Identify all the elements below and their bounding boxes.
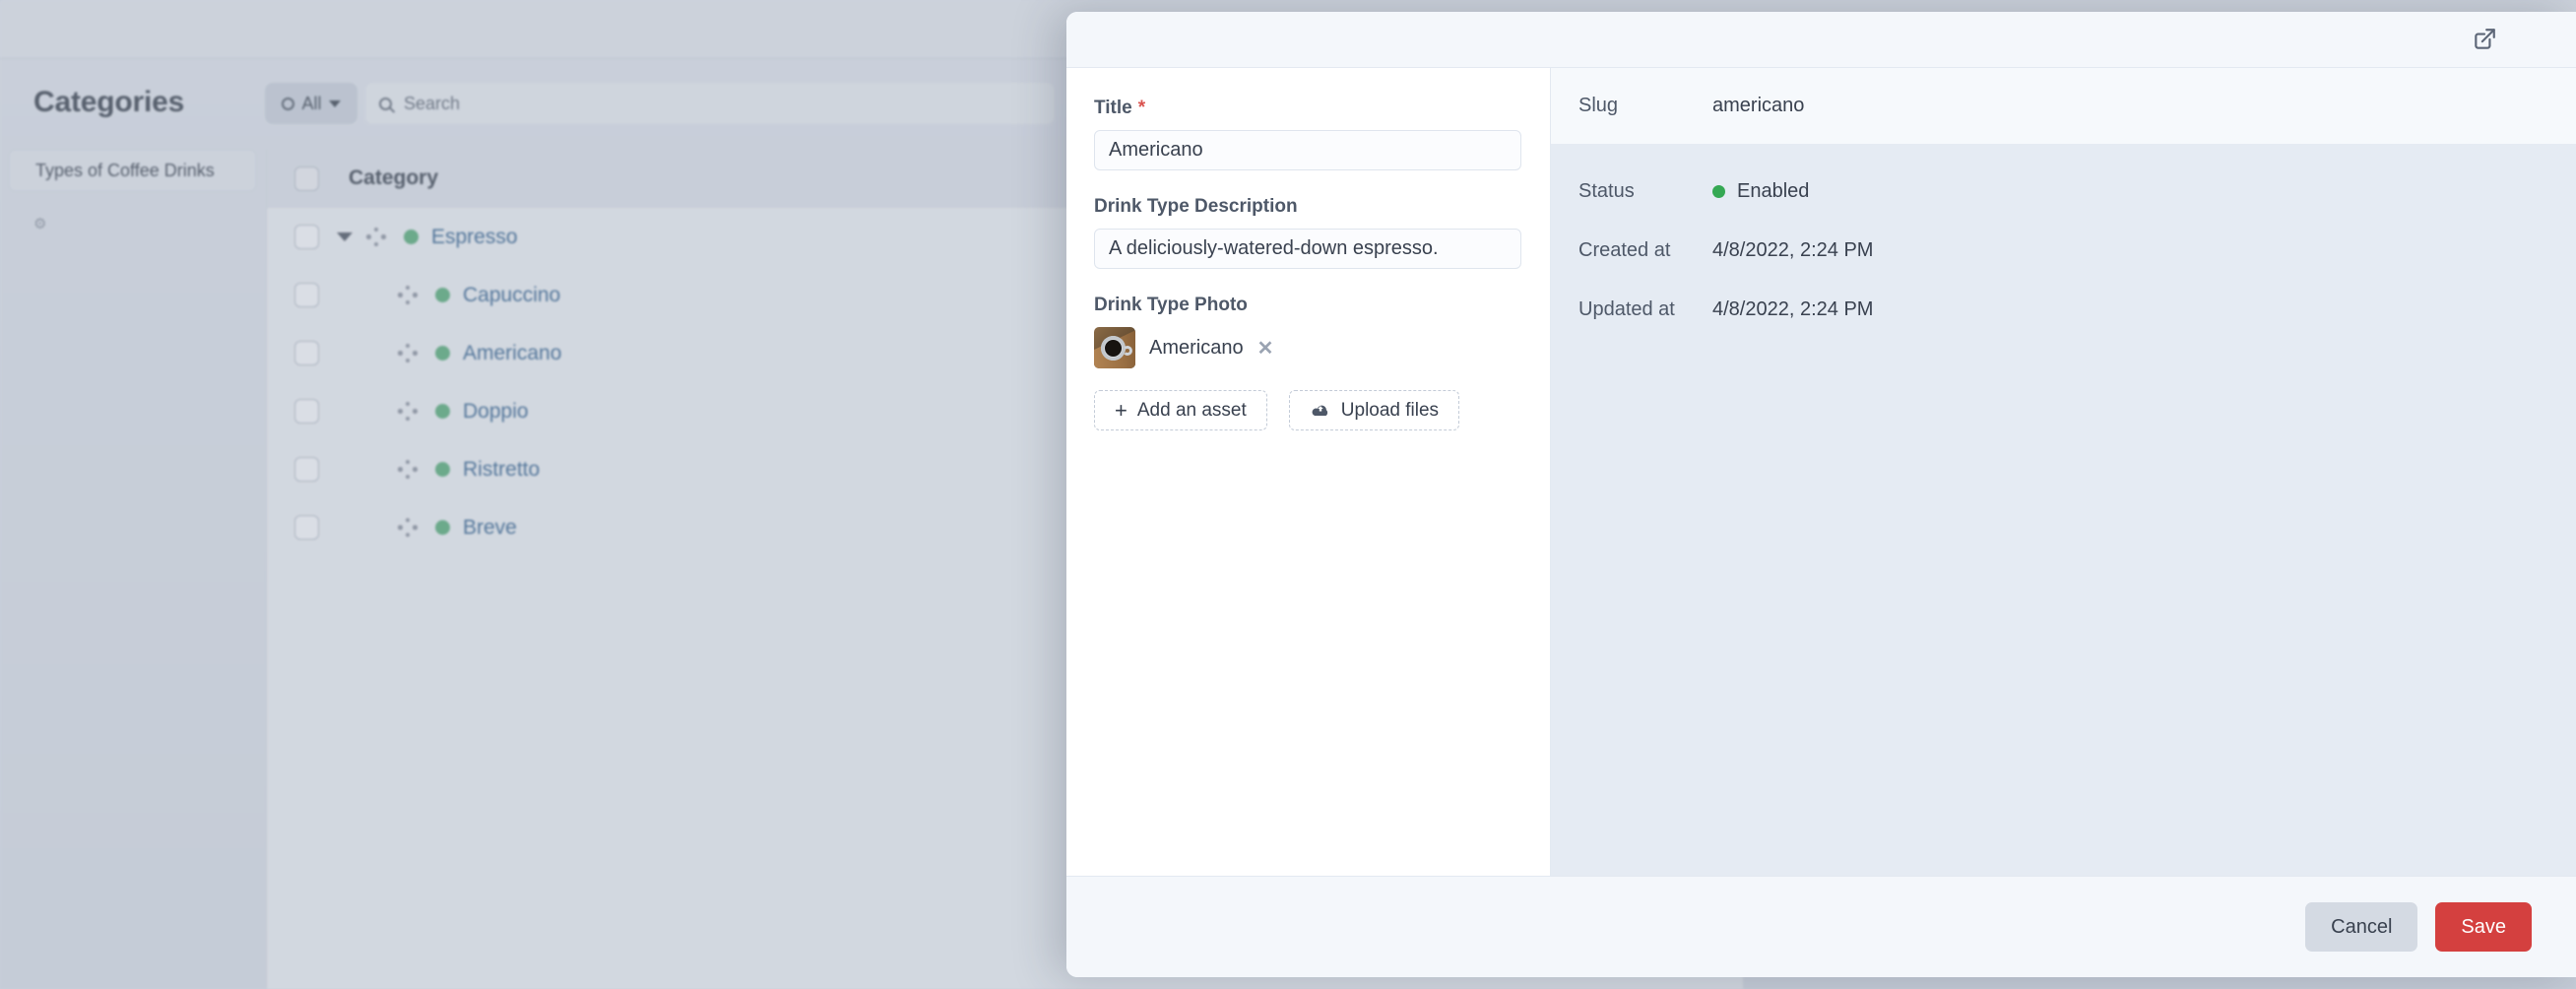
cloud-upload-icon xyxy=(1310,402,1331,419)
row-checkbox[interactable] xyxy=(294,341,319,365)
chevron-down-icon xyxy=(329,100,341,107)
sidebar-item-label: Types of Coffee Drinks xyxy=(35,161,215,181)
save-button[interactable]: Save xyxy=(2435,902,2532,952)
thumbnail-cup-handle xyxy=(1123,346,1132,356)
photo-field-label: Drink Type Photo xyxy=(1094,295,1520,316)
page-title: Categories xyxy=(33,86,184,119)
spacer xyxy=(1094,269,1520,295)
upload-files-label: Upload files xyxy=(1341,400,1439,422)
plus-icon: + xyxy=(1115,400,1127,422)
drag-handle-icon[interactable] xyxy=(398,460,418,480)
circle-icon xyxy=(282,98,294,110)
detail-row-updated-at: Updated at 4/8/2022, 2:24 PM xyxy=(1551,280,2576,339)
category-name[interactable]: Espresso xyxy=(431,226,518,249)
status-badge: Enabled xyxy=(1712,180,1809,203)
add-asset-label: Add an asset xyxy=(1137,400,1247,422)
row-checkbox[interactable] xyxy=(294,399,319,424)
drag-handle-icon[interactable] xyxy=(398,286,418,305)
asset-thumbnail[interactable] xyxy=(1094,327,1135,368)
entry-form: Title * Americano Drink Type Description… xyxy=(1066,68,1551,876)
category-name[interactable]: Doppio xyxy=(463,400,529,424)
modal-header xyxy=(1066,12,2576,68)
category-name[interactable]: Americano xyxy=(463,342,561,365)
drag-handle-icon[interactable] xyxy=(398,344,418,363)
detail-key: Status xyxy=(1578,180,1712,203)
title-input[interactable]: Americano xyxy=(1094,130,1521,170)
status-dot xyxy=(435,288,450,302)
search-icon xyxy=(379,98,392,110)
sidebar-item-types-of-coffee-drinks[interactable]: Types of Coffee Drinks xyxy=(8,149,257,192)
category-name[interactable]: Breve xyxy=(463,516,517,540)
detail-row-slug: Slug americano xyxy=(1551,68,2576,144)
drag-handle-icon[interactable] xyxy=(398,518,418,538)
modal-body: Title * Americano Drink Type Description… xyxy=(1066,68,2576,876)
upload-files-button[interactable]: Upload files xyxy=(1289,390,1459,430)
column-header-category: Category xyxy=(349,166,438,190)
asset-name[interactable]: Americano xyxy=(1149,337,1244,360)
filter-all-label: All xyxy=(301,94,321,114)
title-input-value: Americano xyxy=(1109,139,1203,162)
gear-icon[interactable]: ⚙ xyxy=(33,217,48,231)
select-all-checkbox[interactable] xyxy=(294,166,319,191)
status-dot xyxy=(435,462,450,477)
status-dot-icon xyxy=(1712,185,1725,198)
detail-key: Created at xyxy=(1578,239,1712,262)
category-name[interactable]: Ristretto xyxy=(463,458,540,482)
status-dot xyxy=(435,520,450,535)
description-input[interactable]: A deliciously-watered-down espresso. xyxy=(1094,229,1521,269)
detail-key: Slug xyxy=(1578,95,1712,117)
spacer xyxy=(1094,170,1520,196)
cancel-button[interactable]: Cancel xyxy=(2305,902,2417,952)
status-dot xyxy=(435,404,450,419)
close-icon[interactable]: ✕ xyxy=(1257,336,1274,361)
row-checkbox[interactable] xyxy=(294,457,319,482)
detail-rows: Status Enabled Created at 4/8/2022, 2:24… xyxy=(1551,144,2576,952)
description-input-value: A deliciously-watered-down espresso. xyxy=(1109,237,1439,260)
row-checkbox[interactable] xyxy=(294,283,319,307)
status-dot xyxy=(404,230,419,244)
detail-row-created-at: Created at 4/8/2022, 2:24 PM xyxy=(1551,221,2576,280)
title-field-label: Title * xyxy=(1094,98,1520,119)
thumbnail-coffee xyxy=(1105,340,1122,357)
filter-all-button[interactable]: All xyxy=(265,83,357,124)
screen: Categories All Search Types of Coffee Dr… xyxy=(0,0,2576,989)
required-marker: * xyxy=(1138,98,1145,119)
search-input[interactable]: Search xyxy=(365,83,1055,124)
edit-entry-modal: Title * Americano Drink Type Description… xyxy=(1066,12,2576,977)
drag-handle-icon[interactable] xyxy=(398,402,418,422)
add-asset-button[interactable]: + Add an asset xyxy=(1094,390,1267,430)
category-name[interactable]: Capuccino xyxy=(463,284,560,307)
drag-handle-icon[interactable] xyxy=(366,228,386,247)
chevron-down-icon[interactable] xyxy=(337,232,353,241)
entry-details-panel: Slug americano Status Enabled Created at… xyxy=(1551,68,2576,876)
detail-value: 4/8/2022, 2:24 PM xyxy=(1712,298,1873,321)
detail-key: Updated at xyxy=(1578,298,1712,321)
row-checkbox[interactable] xyxy=(294,515,319,540)
attached-asset: Americano ✕ xyxy=(1094,327,1520,368)
detail-value: Enabled xyxy=(1737,180,1809,203)
external-link-icon[interactable] xyxy=(2472,27,2497,52)
detail-row-status: Status Enabled xyxy=(1551,162,2576,221)
asset-actions: + Add an asset Upload files xyxy=(1094,390,1520,430)
search-placeholder: Search xyxy=(404,94,460,114)
detail-value: 4/8/2022, 2:24 PM xyxy=(1712,239,1873,262)
description-field-label: Drink Type Description xyxy=(1094,196,1520,218)
row-checkbox[interactable] xyxy=(294,225,319,249)
title-label-text: Title xyxy=(1094,98,1132,119)
modal-footer: Cancel Save xyxy=(1066,876,2576,977)
detail-value: americano xyxy=(1712,95,1804,117)
status-dot xyxy=(435,346,450,361)
